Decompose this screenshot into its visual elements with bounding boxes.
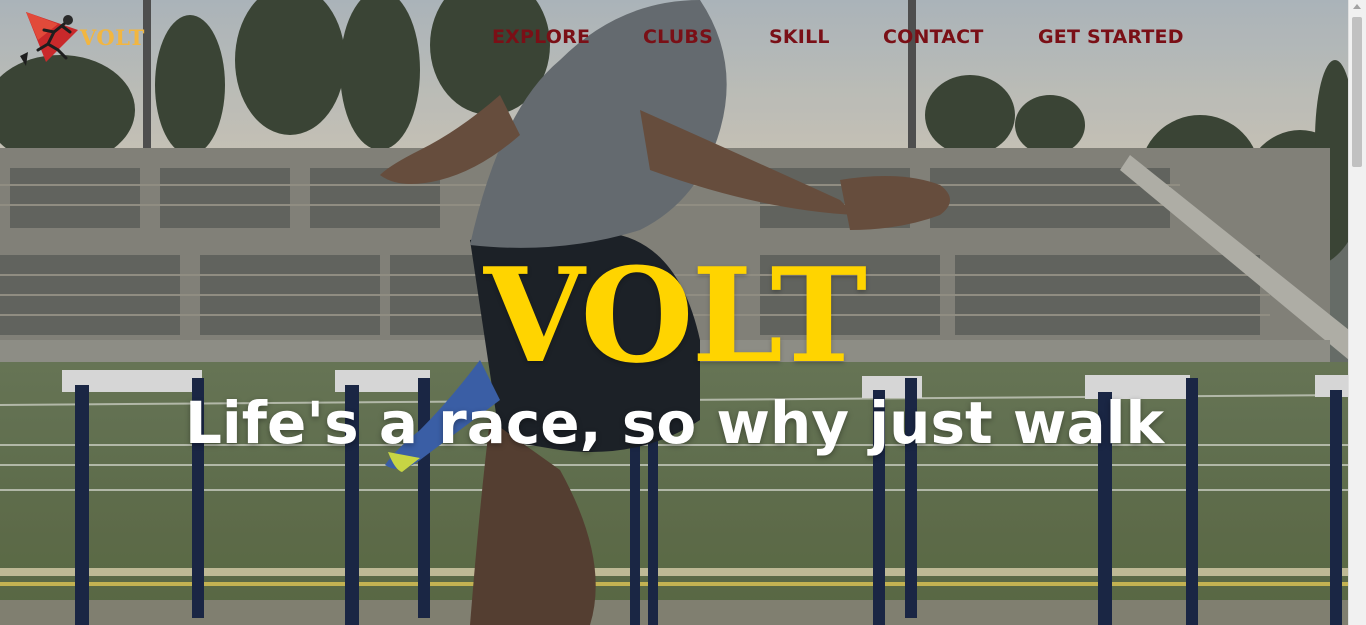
- page-scrollbar[interactable]: [1348, 0, 1366, 625]
- nav-explore[interactable]: EXPLORE: [492, 26, 590, 48]
- scroll-up-arrow-icon[interactable]: [1353, 4, 1361, 9]
- hero-section: VOLT EXPLORE CLUBS SKILL CONTACT GET STA…: [0, 0, 1349, 625]
- sprinter-logo-icon: [20, 12, 78, 66]
- nav-get-started[interactable]: GET STARTED: [1038, 26, 1184, 48]
- nav-contact[interactable]: CONTACT: [883, 26, 984, 48]
- brand-logo[interactable]: VOLT: [18, 10, 158, 68]
- scrollbar-thumb[interactable]: [1352, 17, 1362, 167]
- hero-title: VOLT: [483, 239, 867, 392]
- nav-clubs[interactable]: CLUBS: [643, 26, 713, 48]
- brand-name: VOLT: [80, 25, 145, 50]
- nav-skill[interactable]: SKILL: [769, 26, 830, 48]
- top-navigation: VOLT EXPLORE CLUBS SKILL CONTACT GET STA…: [0, 0, 1349, 78]
- hero-tagline: Life's a race, so why just walk: [184, 389, 1165, 457]
